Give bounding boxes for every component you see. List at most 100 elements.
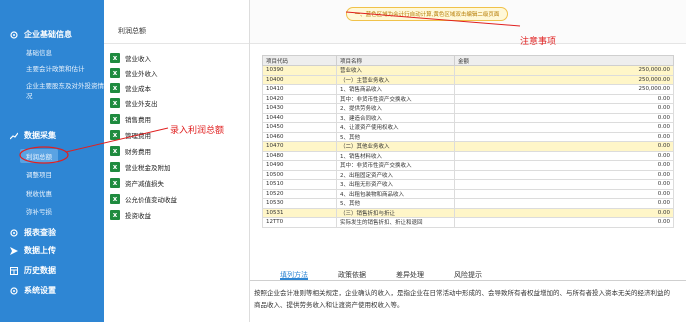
table-cell-amount[interactable]: 0.00 [454,217,674,228]
sidebar: 企业基础信息 基础信息 主要会计政策和估计 企业主要股东及对外投资情况 数据采集… [0,0,104,322]
excel-icon: x [110,98,120,108]
table-row[interactable]: 10410 1、销售商品收入 250,000.00 [262,84,674,95]
table-cell-amount[interactable]: 0.00 [454,141,674,152]
list-item-label: 公允价值变动收益 [125,196,177,204]
list-item[interactable]: x 财务费用 [110,145,151,157]
table-row[interactable]: 10390 营业收入 250,000.00 [262,65,674,76]
table-cell-amount[interactable]: 0.00 [454,112,674,123]
table-cell-name: 2、出租固定资产收入 [336,169,455,180]
sidebar-section-label: 历史数据 [24,266,56,275]
excel-icon: x [110,146,120,156]
table-row[interactable]: 10530 5、其他 0.00 [262,198,674,209]
table-icon [10,266,18,275]
table-cell-amount[interactable]: 0.00 [454,93,674,104]
table-row[interactable]: 10480 1、销售材料收入 0.00 [262,150,674,161]
list-item-label: 管理费用 [125,132,151,140]
sidebar-section-settings[interactable]: 系统设置 [10,285,56,296]
list-item-label: 资产减值损失 [125,180,164,188]
report-list-panel: 利润总额 x 营业收入 x 营业外收入 x 营业成本 x 营业外支出 x 销售费用 x 管理… [104,0,250,322]
list-item[interactable]: x 营业税金及附加 [110,161,171,173]
list-item-label: 营业税金及附加 [125,164,171,172]
sidebar-item-shareholders[interactable]: 企业主要股东及对外投资情况 [26,80,104,100]
table-cell-name: 其中：非货币性资产交换收入 [336,160,455,171]
table-cell-amount[interactable]: 0.00 [454,188,674,199]
table-row[interactable]: 10400 （一）主营业务收入 250,000.00 [262,74,674,85]
list-item[interactable]: x 销售费用 [110,113,151,125]
table-cell-code: 12TT0 [262,217,337,228]
table-cell-amount[interactable]: 0.00 [454,198,674,209]
table-cell-amount[interactable]: 250,000.00 [454,84,674,95]
excel-icon: x [110,210,120,220]
table-row[interactable]: 10460 5、其他 0.00 [262,131,674,142]
excel-icon: x [110,83,120,93]
sidebar-section-label: 数据上传 [24,246,56,255]
table-cell-name: 5、其他 [336,198,455,209]
sidebar-section-history[interactable]: 历史数据 [10,265,56,276]
table-cell-amount[interactable]: 250,000.00 [454,74,674,85]
table-cell-code: 10490 [262,160,337,171]
table-row[interactable]: 10430 2、提供劳务收入 0.00 [262,103,674,114]
list-item-label: 财务费用 [125,148,151,156]
list-item[interactable]: x 资产减值损失 [110,177,164,189]
gear-icon [10,228,18,237]
list-item[interactable]: x 营业外收入 [110,67,158,79]
table-cell-amount[interactable]: 0.00 [454,160,674,171]
table-cell-code: 10410 [262,84,337,95]
table-cell-amount[interactable]: 0.00 [454,169,674,180]
main-content: 一、蓝色区域为会计行自动计算,黄色区域双击编辑二级页面 注意事项 项目代码 项目… [250,0,686,322]
table-cell-name: 3、建造合同收入 [336,112,455,123]
table-row[interactable]: 12TT0 实际发生的销售折扣、折让和退回 0.00 [262,217,674,228]
table-cell-amount[interactable]: 0.00 [454,103,674,114]
sidebar-section-data-collection[interactable]: 数据采集 [9,130,56,141]
excel-icon: x [110,114,120,124]
excel-icon: x [110,178,120,188]
table-row[interactable]: 10440 3、建造合同收入 0.00 [262,112,674,123]
profit-table: 项目代码 项目名称 金额 10390 营业收入 250,000.00 10400 （一）… [262,55,674,228]
note-annotation: 注意事项 [520,37,557,47]
tab-risk-warning[interactable]: 风险提示 [454,267,482,280]
table-cell-name: 5、其他 [336,131,455,142]
table-row[interactable]: 10531 （三）销售折扣与折让 0.00 [262,207,674,218]
list-item[interactable]: x 营业外支出 [110,97,158,109]
table-row[interactable]: 10450 4、让渡资产使用权收入 0.00 [262,122,674,133]
table-row[interactable]: 10510 3、出租无形资产收入 0.00 [262,179,674,190]
sidebar-item-loss-offset[interactable]: 弥补亏损 [26,206,52,216]
tab-difference-handling[interactable]: 差异处理 [396,267,424,280]
table-cell-amount[interactable]: 250,000.00 [454,65,674,76]
sidebar-section-basic-info[interactable]: 企业基础信息 [10,29,72,40]
sidebar-item-basic-info[interactable]: 基础信息 [26,47,52,57]
table-cell-amount[interactable]: 0.00 [454,122,674,133]
tab-policy-basis[interactable]: 政策依据 [338,267,366,280]
table-row[interactable]: 10420 其中：非货币性资产交换收入 0.00 [262,93,674,104]
table-row[interactable]: 10490 其中：非货币性资产交换收入 0.00 [262,160,674,171]
list-item[interactable]: x 投资收益 [110,209,151,221]
sidebar-section-label: 报表查验 [24,228,56,237]
table-row[interactable]: 10520 4、出租包装物和商品收入 0.00 [262,188,674,199]
list-item[interactable]: x 营业收入 [110,52,151,64]
excel-icon: x [110,53,120,63]
table-cell-amount[interactable]: 0.00 [454,150,674,161]
table-cell-name: （一）主营业务收入 [336,74,455,85]
tab-fill-method[interactable]: 填列方法 [280,267,308,280]
excel-icon: x [110,130,120,140]
table-cell-amount[interactable]: 0.00 [454,179,674,190]
table-row[interactable]: 10500 2、出租固定资产收入 0.00 [262,169,674,180]
sidebar-section-data-upload[interactable]: 数据上传 [10,245,56,256]
list-item-label: 营业成本 [125,85,151,93]
excel-icon: x [110,162,120,172]
table-cell-code: 10531 [262,207,337,218]
table-cell-amount[interactable]: 0.00 [454,207,674,218]
sidebar-section-report-check[interactable]: 报表查验 [10,227,56,238]
table-row[interactable]: 10470 （二）其他业务收入 0.00 [262,141,674,152]
list-item[interactable]: x 公允价值变动收益 [110,193,177,205]
table-cell-name: 1、销售商品收入 [336,84,455,95]
table-cell-name: 其中：非货币性资产交换收入 [336,93,455,104]
sidebar-item-adjustments[interactable]: 调整项目 [26,169,52,179]
table-cell-amount[interactable]: 0.00 [454,131,674,142]
list-item[interactable]: x 营业成本 [110,82,151,94]
list-item[interactable]: x 管理费用 [110,129,151,141]
sidebar-item-accounting-policy[interactable]: 主要会计政策和估计 [26,63,85,73]
sidebar-item-profit-total[interactable]: 利润总额 [20,149,58,163]
sidebar-item-tax-incentives[interactable]: 税收优惠 [26,188,52,198]
table-cell-code: 10460 [262,131,337,142]
